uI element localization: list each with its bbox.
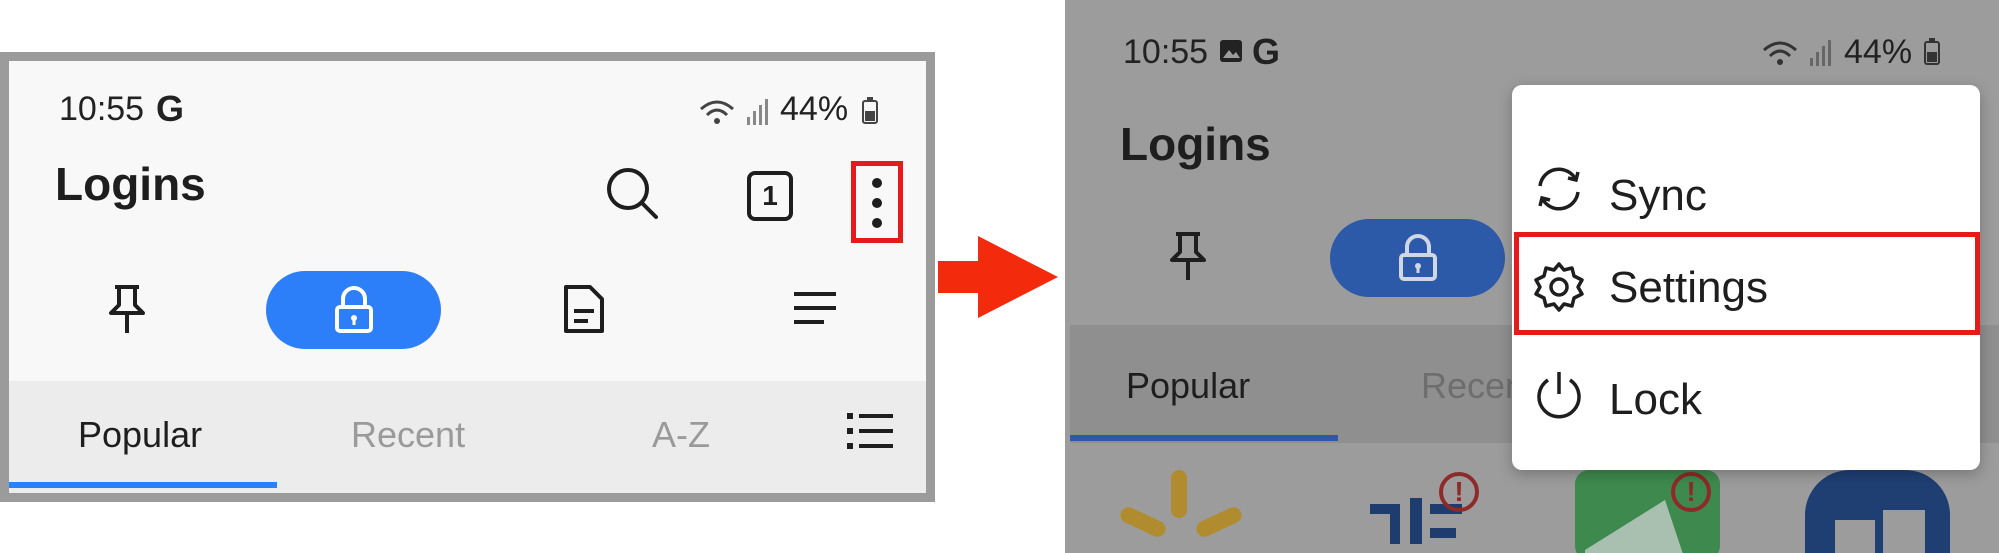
- more-vert-icon[interactable]: [865, 173, 889, 233]
- power-icon: [1537, 372, 1581, 419]
- after-screen: 10:55 G 44% Logins Popular Recen ! ! Syn…: [1065, 0, 1999, 553]
- image-notification-icon: [1220, 40, 1242, 62]
- tab-recent[interactable]: Recent: [351, 414, 465, 456]
- tile-logo-spark[interactable]: [1115, 468, 1245, 538]
- tab-popular[interactable]: Popular: [1126, 365, 1250, 407]
- status-time: 10:55: [59, 90, 145, 128]
- lock-icon: [1399, 234, 1437, 281]
- google-badge: G: [1252, 31, 1281, 72]
- lock-tab[interactable]: [1330, 219, 1505, 297]
- lock-icon: [335, 286, 373, 333]
- sub-tab-bar: Popular Recent A-Z: [9, 381, 926, 493]
- document-icon[interactable]: [562, 283, 606, 335]
- tab-indicator: [9, 482, 277, 488]
- battery-percent: 44%: [780, 90, 849, 128]
- status-time: 10:55: [1123, 33, 1209, 71]
- tile-logo-blue-shape: [1835, 510, 1925, 553]
- before-screen: 10:55 G 44% Logins 1 Popular Recent A-Z: [0, 52, 935, 502]
- overflow-menu: Sync Settings Lock: [1512, 85, 1980, 470]
- wifi-signal-icon: [1763, 40, 1831, 66]
- tab-indicator: [1070, 435, 1338, 441]
- search-icon[interactable]: [604, 165, 660, 221]
- tab-a-z[interactable]: A-Z: [652, 414, 710, 456]
- alert-badge: !: [1671, 472, 1711, 512]
- page-title: Logins: [55, 158, 206, 210]
- alert-badge: !: [1439, 472, 1479, 512]
- pin-icon[interactable]: [107, 283, 147, 335]
- tab-counter-button[interactable]: 1: [747, 171, 793, 221]
- highlight-box-settings: [1514, 232, 1980, 335]
- battery-icon: [1924, 38, 1940, 65]
- pin-icon[interactable]: [1168, 230, 1208, 282]
- sync-icon: [1538, 167, 1580, 211]
- lock-tab[interactable]: [266, 271, 441, 349]
- wifi-signal-icon: [700, 99, 768, 125]
- page-title: Logins: [1120, 118, 1271, 170]
- tab-recent[interactable]: Recen: [1421, 365, 1525, 407]
- list-icon[interactable]: [847, 411, 893, 451]
- tab-popular[interactable]: Popular: [78, 414, 202, 456]
- menu-label: Lock: [1609, 375, 1702, 424]
- battery-percent: 44%: [1844, 33, 1913, 71]
- google-badge: G: [156, 88, 185, 129]
- menu-item-lock[interactable]: Lock: [1512, 342, 1980, 457]
- battery-icon: [862, 97, 878, 124]
- menu-icon[interactable]: [792, 289, 838, 329]
- tile-logo-blue[interactable]: [1805, 470, 1950, 553]
- transition-arrow-icon: [938, 236, 1058, 318]
